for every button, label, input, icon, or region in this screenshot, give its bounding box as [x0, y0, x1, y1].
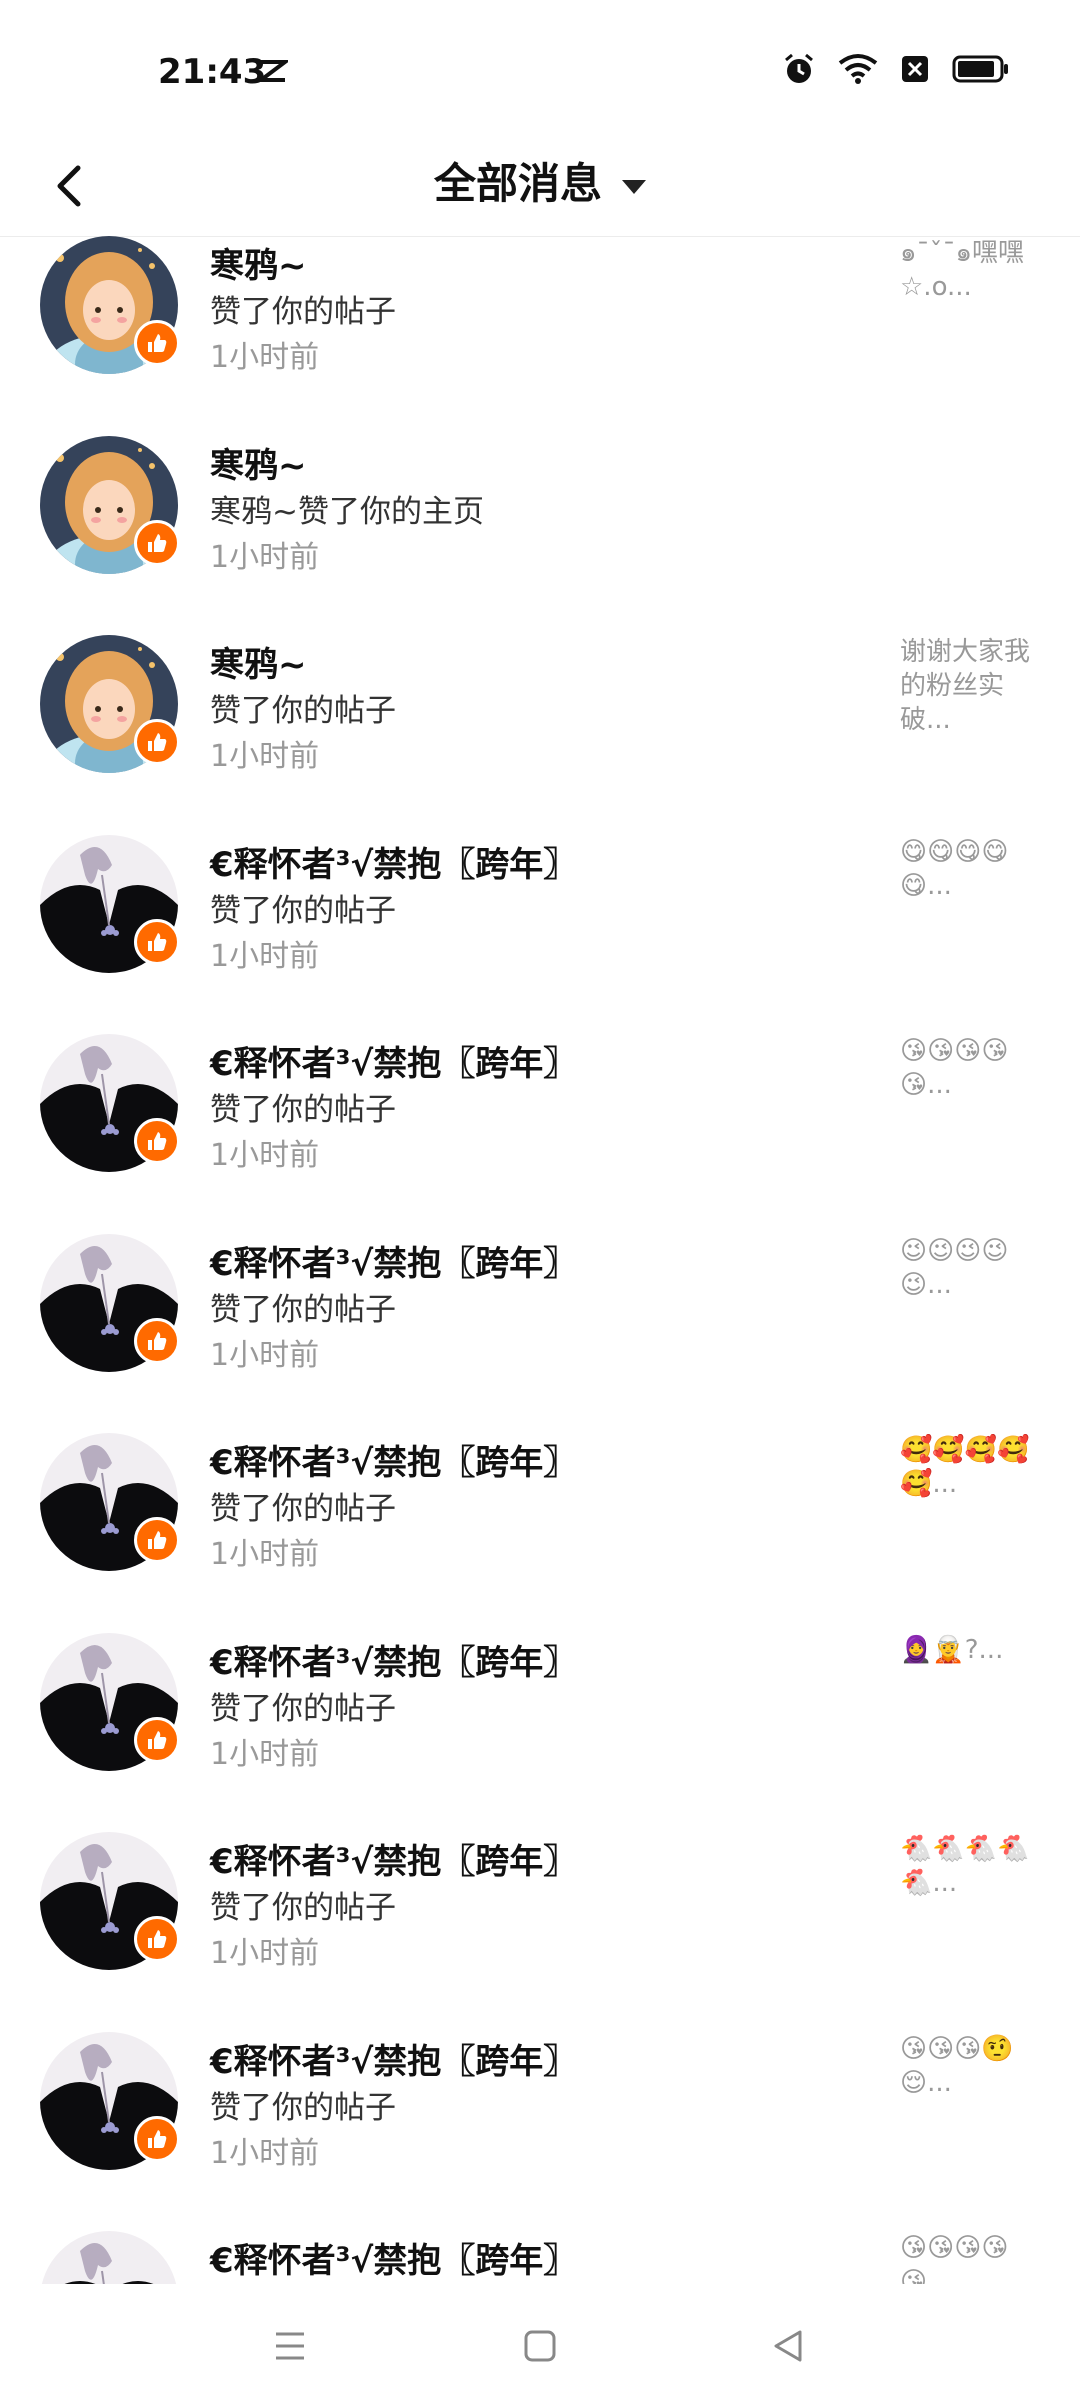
- sim-error-icon: [902, 56, 928, 82]
- avatar[interactable]: [40, 2231, 178, 2284]
- message-time: 1小时前: [210, 1736, 320, 1772]
- menu-icon[interactable]: [270, 2326, 310, 2366]
- user-name[interactable]: €释怀者³√禁抱〖跨年〗: [210, 1435, 577, 1484]
- message-action: 赞了你的帖子: [210, 2089, 396, 2126]
- thumbs-up-icon: [134, 519, 180, 566]
- post-preview[interactable]: 🐔🐔🐔🐔🐔...: [900, 1832, 1040, 1900]
- post-preview[interactable]: ๑¯ˇ¯๑嘿嘿☆.o...: [900, 236, 1040, 304]
- message-action: 赞了你的帖子: [210, 1291, 396, 1328]
- user-name[interactable]: 寒鸦~: [210, 438, 307, 487]
- thumbs-up-icon: [134, 2115, 180, 2162]
- thumbs-up-icon: [134, 918, 180, 965]
- system-navigation-bar: [0, 2284, 1080, 2400]
- user-name[interactable]: €释怀者³√禁抱〖跨年〗: [210, 1635, 577, 1684]
- post-preview[interactable]: 😉😉😉😉😉...: [900, 1234, 1040, 1302]
- user-name[interactable]: 寒鸦~: [210, 637, 307, 686]
- post-preview[interactable]: 😘😘😘😘😘...: [900, 1034, 1040, 1102]
- home-icon[interactable]: [520, 2326, 560, 2366]
- message-filter-dropdown[interactable]: 全部消息: [0, 150, 1080, 211]
- thumbs-up-icon: [134, 1916, 180, 1962]
- user-name[interactable]: €释怀者³√禁抱〖跨年〗: [210, 1236, 577, 1285]
- user-name[interactable]: €释怀者³√禁抱〖跨年〗: [210, 2034, 577, 2083]
- page-title: 全部消息: [433, 159, 602, 208]
- message-list[interactable]: 寒鸦~ 赞了你的帖子 1小时前 ๑¯ˇ¯๑嘿嘿☆.o... 寒鸦~ 寒鸦~赞了你的主页 1小…: [0, 236, 1080, 2284]
- post-preview[interactable]: 😘😘😘🤨😌...: [900, 2032, 1040, 2100]
- list-item[interactable]: €释怀者³√禁抱〖跨年〗赞了你的帖子 1小时前 😉😉😉😉😉...: [0, 1196, 1080, 1396]
- message-time: 1小时前: [210, 539, 320, 575]
- thumbs-up-icon: [134, 1716, 180, 1763]
- message-action: 赞了你的帖子: [210, 1491, 396, 1527]
- message-time: 1小时前: [210, 1936, 320, 1971]
- alarm-icon: [785, 53, 813, 83]
- list-item[interactable]: €释怀者³√禁抱〖跨年〗赞了你的帖子1小时前😘😘😘😘😘...: [0, 2193, 1080, 2284]
- user-name[interactable]: €释怀者³√禁抱〖跨年〗: [210, 1036, 577, 1085]
- post-preview[interactable]: 谢谢大家我的粉丝实破...: [900, 635, 1040, 737]
- capcut-icon: [258, 60, 288, 82]
- list-item[interactable]: €释怀者³√禁抱〖跨年〗赞了你的帖子 1小时前 😘😘😘😘😘...: [0, 996, 1080, 1196]
- message-time: 1小时前: [210, 938, 320, 974]
- post-preview[interactable]: 🥰🥰🥰🥰🥰...: [900, 1433, 1040, 1501]
- message-time: 1小时前: [210, 1337, 320, 1373]
- message-time: 1小时前: [210, 739, 320, 774]
- post-preview[interactable]: 🧕🧝?...: [900, 1633, 1040, 1667]
- thumbs-up-icon: [134, 320, 180, 366]
- status-time: 21:43: [158, 52, 267, 92]
- list-item[interactable]: 寒鸦~ 寒鸦~赞了你的主页 1小时前: [0, 398, 1080, 598]
- post-preview[interactable]: 😋😋😋😋😋...: [900, 835, 1040, 903]
- message-time: 1小时前: [210, 340, 320, 375]
- back-icon[interactable]: [768, 2326, 808, 2366]
- status-bar: 21:43: [0, 0, 1080, 140]
- list-item[interactable]: €释怀者³√禁抱〖跨年〗赞了你的帖子 1小时前 🧕🧝?...: [0, 1595, 1080, 1795]
- list-item[interactable]: €释怀者³√禁抱〖跨年〗赞了你的帖子 1小时前 😘😘😘🤨😌...: [0, 1994, 1080, 2194]
- list-item[interactable]: €释怀者³√禁抱〖跨年〗赞了你的帖子 1小时前 🐔🐔🐔🐔🐔...: [0, 1794, 1080, 1994]
- message-action: 寒鸦~赞了你的主页: [210, 493, 484, 530]
- message-action: 赞了你的帖子: [210, 693, 396, 729]
- post-preview[interactable]: 😘😘😘😘😘...: [900, 2231, 1040, 2284]
- thumbs-up-icon: [134, 719, 180, 765]
- message-time: 1小时前: [210, 2135, 320, 2171]
- list-item[interactable]: 寒鸦~ 赞了你的帖子 1小时前 谢谢大家我的粉丝实破...: [0, 597, 1080, 797]
- message-action: 赞了你的帖子: [210, 1890, 396, 1926]
- list-item[interactable]: €释怀者³√禁抱〖跨年〗赞了你的帖子 1小时前 🥰🥰🥰🥰🥰...: [0, 1395, 1080, 1595]
- thumbs-up-icon: [134, 1317, 180, 1364]
- message-time: 1小时前: [210, 1138, 320, 1173]
- message-action: 赞了你的帖子: [210, 294, 396, 330]
- user-name[interactable]: €释怀者³√禁抱〖跨年〗: [210, 2233, 577, 2282]
- thumbs-up-icon: [134, 1118, 180, 1164]
- battery-icon: [952, 55, 1008, 83]
- message-action: 赞了你的帖子: [210, 1690, 396, 1727]
- caret-down-icon: [622, 179, 646, 194]
- header: 全部消息: [0, 140, 1080, 237]
- message-action: 赞了你的帖子: [210, 892, 396, 929]
- user-name[interactable]: €释怀者³√禁抱〖跨年〗: [210, 1834, 577, 1883]
- thumbs-up-icon: [134, 1517, 180, 1563]
- user-name[interactable]: €释怀者³√禁抱〖跨年〗: [210, 837, 577, 886]
- wifi-icon: [838, 54, 878, 84]
- user-name[interactable]: 寒鸦~: [210, 238, 307, 287]
- message-action: 赞了你的帖子: [210, 1092, 396, 1128]
- list-item[interactable]: 寒鸦~ 赞了你的帖子 1小时前 ๑¯ˇ¯๑嘿嘿☆.o...: [0, 236, 1080, 398]
- message-time: 1小时前: [210, 1537, 320, 1572]
- list-item[interactable]: €释怀者³√禁抱〖跨年〗赞了你的帖子 1小时前 😋😋😋😋😋...: [0, 797, 1080, 997]
